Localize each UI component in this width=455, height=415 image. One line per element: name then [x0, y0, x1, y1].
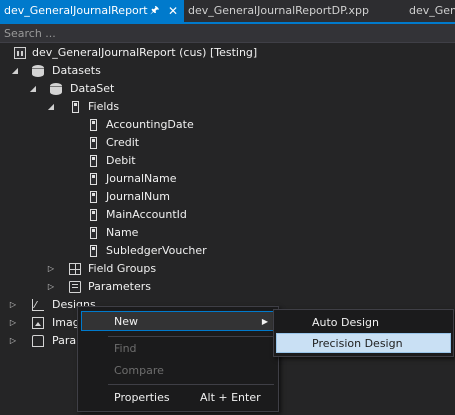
tree-node-label: JournalName — [106, 172, 177, 185]
collapsed-arrow-icon[interactable]: ▷ — [8, 296, 18, 314]
field-icon — [90, 137, 97, 149]
database-icon — [32, 65, 44, 77]
search-bar — [0, 24, 455, 43]
menu-item-label: New — [114, 315, 138, 328]
expanded-arrow-icon[interactable]: ◢ — [46, 98, 56, 116]
fields-icon — [72, 101, 79, 113]
tree-node-label: dev_GeneralJournalReport (cus) [Testing] — [32, 46, 258, 59]
tab-title: dev_GeneralJournalReport — [4, 4, 148, 17]
tree-node-label: Parameters — [88, 280, 151, 293]
field-icon — [90, 209, 97, 221]
field-icon — [90, 227, 97, 239]
tree-node-field-journalnum[interactable]: JournalNum — [0, 188, 455, 206]
menu-item-label: Precision Design — [312, 337, 403, 350]
tree-node-label: MainAccountId — [106, 208, 187, 221]
field-icon — [90, 173, 97, 185]
tree-node-field-debit[interactable]: Debit — [0, 152, 455, 170]
tree-node-label: Fields — [88, 100, 120, 113]
report-icon — [14, 47, 26, 59]
tab-dev-gen[interactable]: dev_Gen — [409, 0, 455, 22]
designs-icon — [32, 299, 44, 311]
expanded-arrow-icon[interactable]: ◢ — [10, 62, 20, 80]
tab-general-journal-report-dp[interactable]: dev_GeneralJournalReportDP.xpp — [188, 0, 369, 22]
close-icon[interactable]: ✕ — [168, 0, 178, 22]
tree-node-label: Name — [106, 226, 139, 239]
menu-item-label: Auto Design — [312, 316, 380, 329]
menu-item-label: Compare — [114, 364, 164, 377]
menu-item-label: Properties — [114, 391, 170, 404]
tree-node-field-journalname[interactable]: JournalName — [0, 170, 455, 188]
tree-node-fields[interactable]: ◢ Fields — [0, 98, 455, 116]
tab-general-journal-report[interactable]: dev_GeneralJournalReport 🖈 ✕ — [0, 0, 184, 22]
tree-node-label: Field Groups — [88, 262, 157, 275]
tree-node-datasets[interactable]: ◢ Datasets — [0, 62, 455, 80]
tree-node-dataset[interactable]: ◢ DataSet — [0, 80, 455, 98]
image-icon — [32, 317, 44, 329]
tree-node-label: Debit — [106, 154, 136, 167]
collapsed-arrow-icon[interactable]: ▷ — [46, 260, 56, 278]
tree-node-field-name[interactable]: Name — [0, 224, 455, 242]
collapsed-arrow-icon[interactable]: ▷ — [8, 314, 18, 332]
tree-node-field-subledgervoucher[interactable]: SubledgerVoucher — [0, 242, 455, 260]
field-icon — [90, 191, 97, 203]
tree-node-field-groups[interactable]: ▷ Field Groups — [0, 260, 455, 278]
parameters-icon — [32, 335, 44, 347]
menu-item-properties[interactable]: Properties Alt + Enter — [81, 388, 275, 408]
tree-node-label: DataSet — [70, 82, 115, 95]
menu-separator — [108, 336, 274, 337]
tree-node-label: Datasets — [52, 64, 101, 77]
submenu-arrow-icon: ▶ — [261, 317, 268, 326]
context-menu: New ▶ Find Compare Properties Alt + Ente… — [77, 306, 279, 412]
parameters-icon — [69, 281, 81, 293]
tab-title: dev_Gen — [409, 4, 455, 17]
tab-title: dev_GeneralJournalReportDP.xpp — [188, 4, 369, 17]
menu-item-label: Find — [114, 342, 137, 355]
document-tab-strip: dev_GeneralJournalReport 🖈 ✕ dev_General… — [0, 0, 455, 24]
pin-icon[interactable]: 🖈 — [150, 0, 159, 22]
field-groups-icon — [69, 263, 81, 275]
menu-item-compare[interactable]: Compare — [81, 361, 275, 381]
collapsed-arrow-icon[interactable]: ▷ — [8, 332, 18, 350]
field-icon — [90, 155, 97, 167]
tree-node-label: Credit — [106, 136, 140, 149]
tree-node-label: Para — [52, 334, 77, 347]
new-submenu: Auto Design Precision Design — [273, 309, 454, 357]
field-icon — [90, 119, 97, 131]
tree-node-report[interactable]: dev_GeneralJournalReport (cus) [Testing] — [0, 44, 455, 62]
search-input[interactable] — [4, 25, 444, 41]
collapsed-arrow-icon[interactable]: ▷ — [46, 278, 56, 296]
tree-node-label: AccountingDate — [106, 118, 194, 131]
expanded-arrow-icon[interactable]: ◢ — [28, 80, 38, 98]
database-icon — [50, 83, 62, 95]
tree-node-field-mainaccountid[interactable]: MainAccountId — [0, 206, 455, 224]
tree-node-label: SubledgerVoucher — [106, 244, 207, 257]
tree-node-label: JournalNum — [106, 190, 170, 203]
menu-item-new[interactable]: New ▶ — [81, 311, 275, 331]
menu-item-precision-design[interactable]: Precision Design — [276, 333, 451, 353]
menu-separator — [108, 384, 274, 385]
menu-item-auto-design[interactable]: Auto Design — [276, 313, 451, 333]
tree-node-field-accountingdate[interactable]: AccountingDate — [0, 116, 455, 134]
field-icon — [90, 245, 97, 257]
menu-item-shortcut: Alt + Enter — [200, 391, 261, 404]
tree-node-parameters[interactable]: ▷ Parameters — [0, 278, 455, 296]
menu-item-find[interactable]: Find — [81, 339, 275, 359]
tree-node-field-credit[interactable]: Credit — [0, 134, 455, 152]
